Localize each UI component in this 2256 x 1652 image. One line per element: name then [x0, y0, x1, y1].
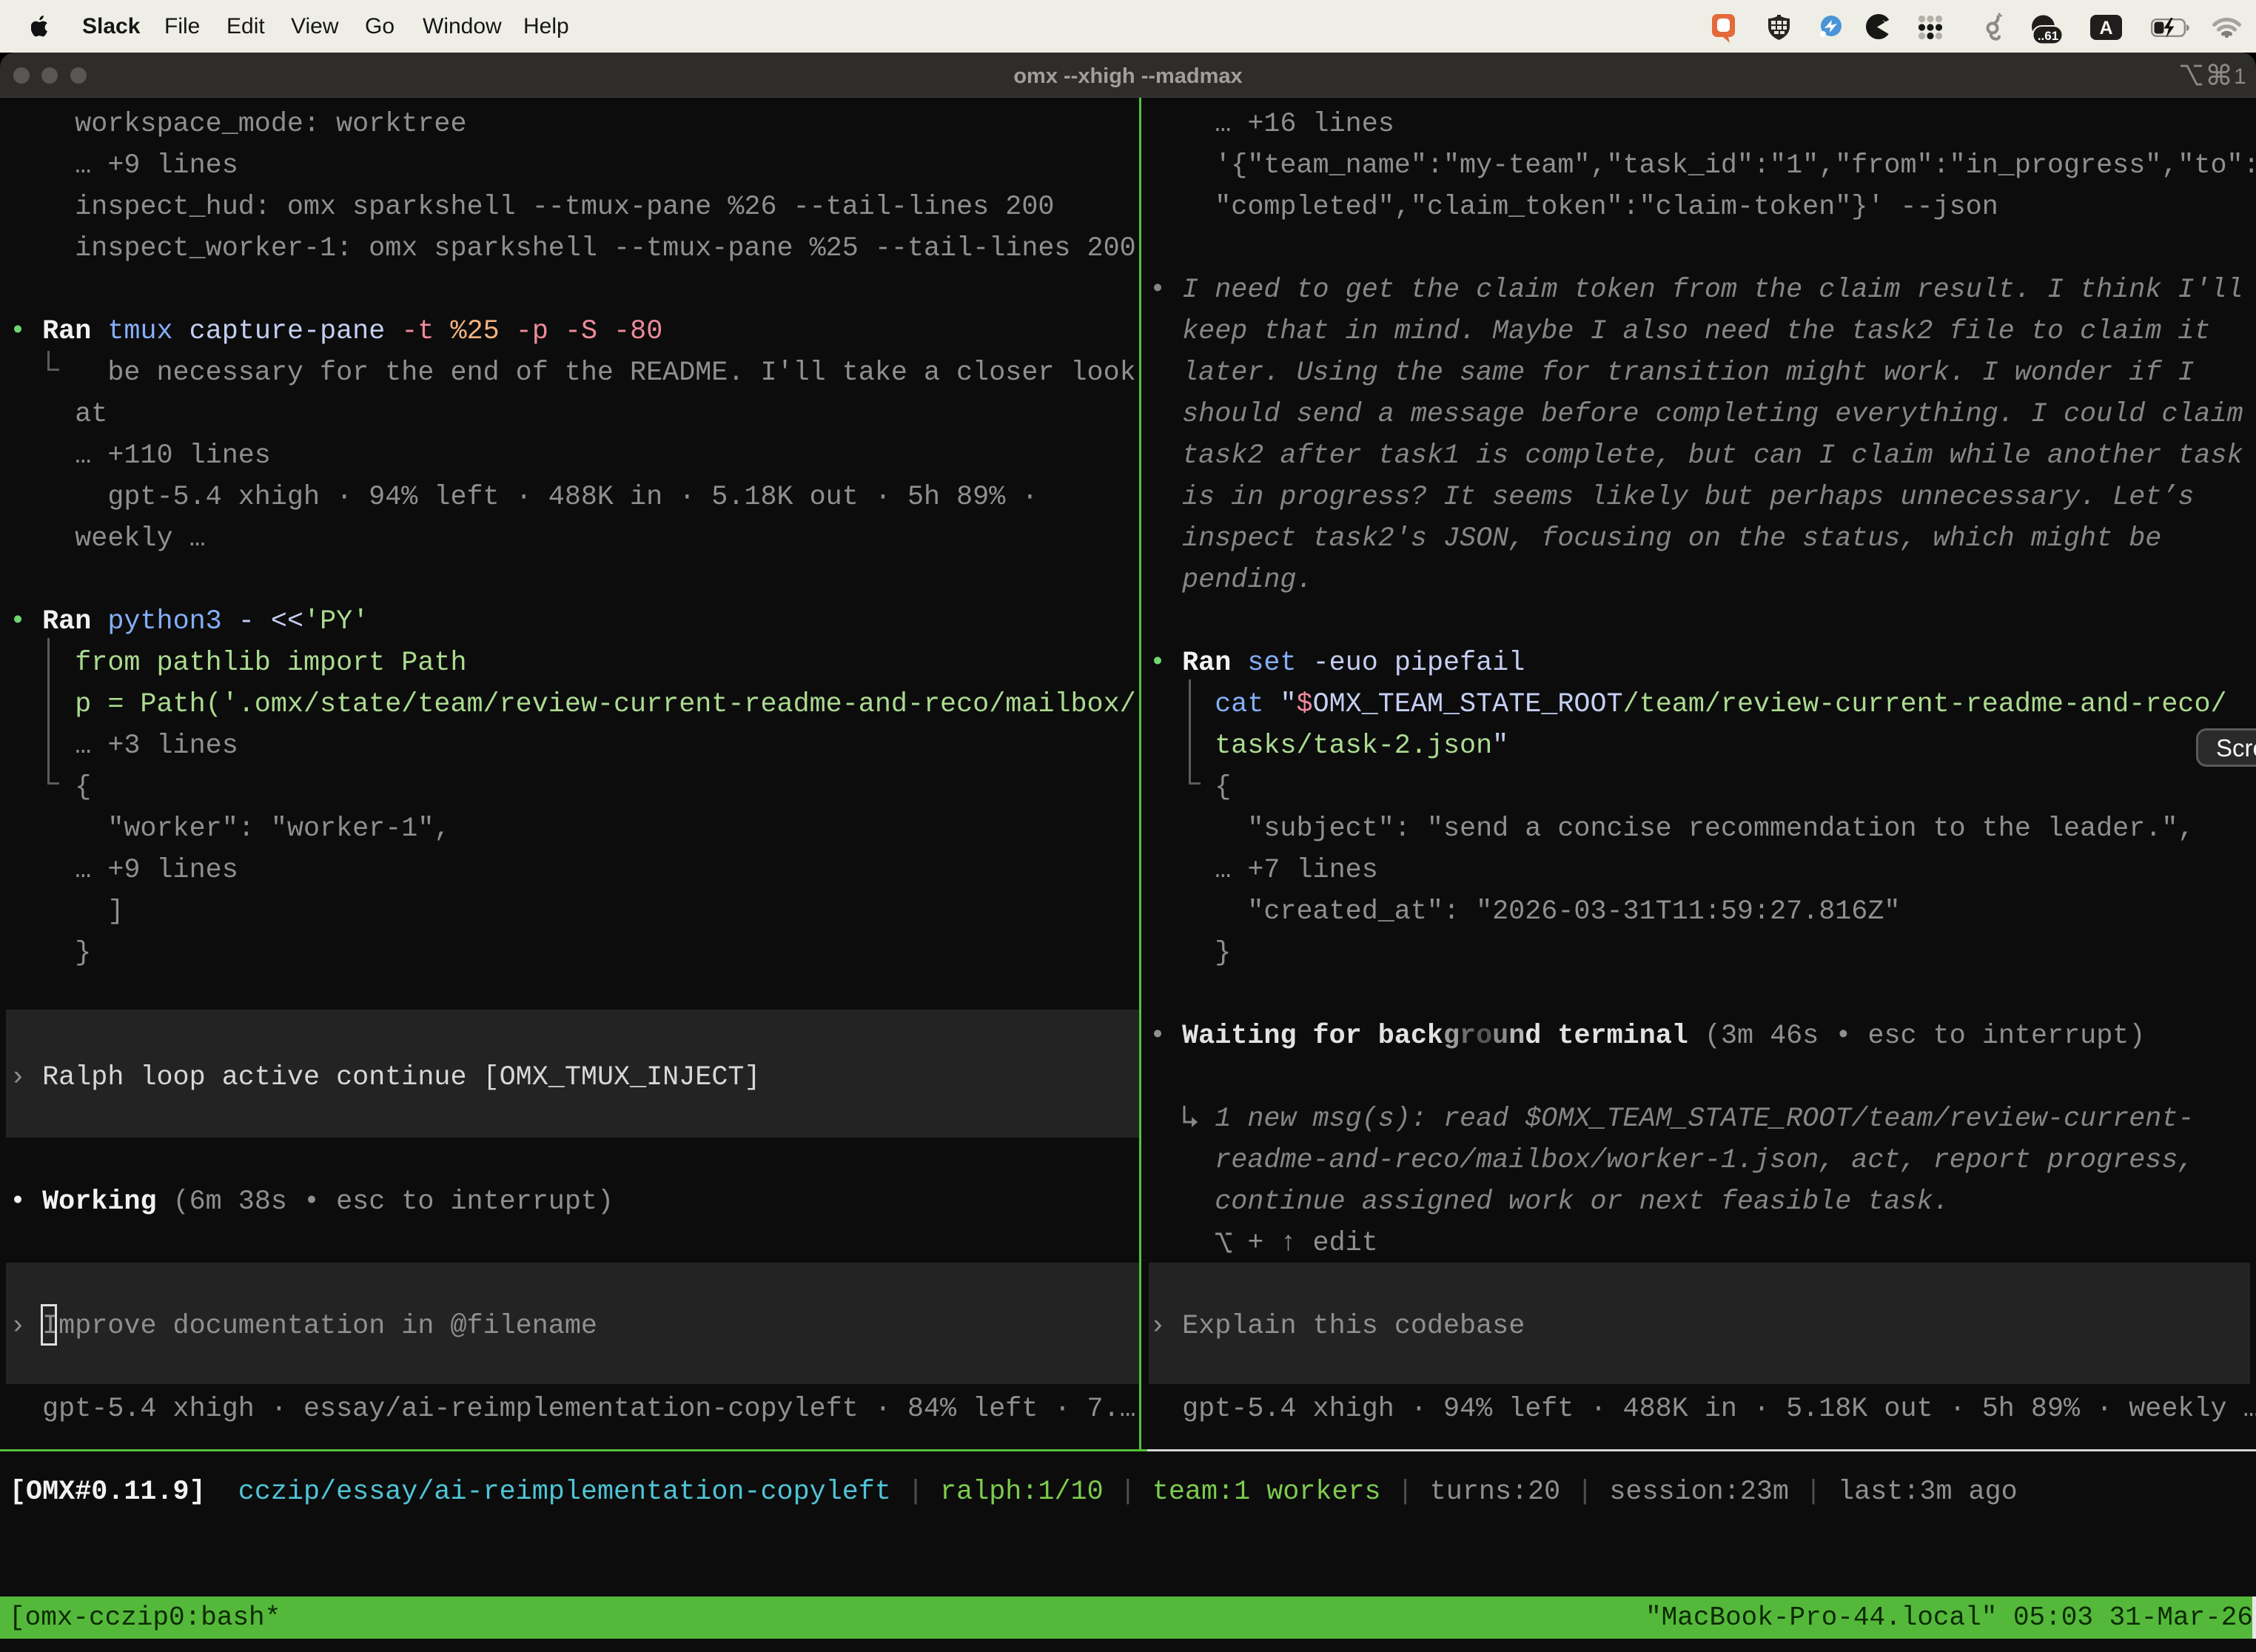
- svg-text:A: A: [2099, 18, 2112, 38]
- svg-text:1: 1: [2234, 64, 2246, 89]
- svg-text:..61: ..61: [2038, 29, 2058, 43]
